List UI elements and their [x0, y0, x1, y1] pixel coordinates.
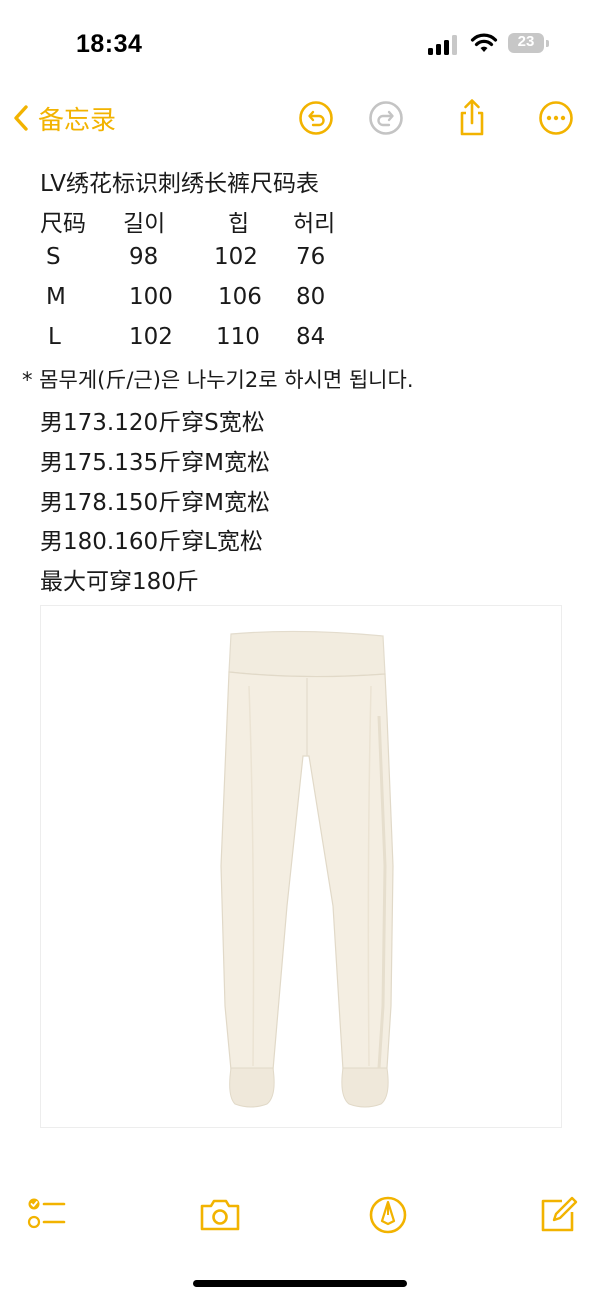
- back-label: 备忘录: [38, 105, 117, 136]
- weight-note: * 몸무게(斤/근)은 나누기2로 하시면 됩니다.: [22, 368, 414, 392]
- table-cell: 98: [129, 244, 159, 270]
- table-cell: 84: [296, 324, 326, 350]
- product-image[interactable]: [40, 605, 562, 1128]
- fit-line: 男180.160斤穿L宽松: [40, 529, 263, 555]
- pants-illustration: [220, 630, 394, 1108]
- table-header-cell: 尺码: [40, 211, 86, 237]
- table-cell: L: [48, 324, 61, 350]
- note-title: LV绣花标识刺绣长裤尺码表: [40, 171, 320, 197]
- nav-bar: 备忘录: [0, 90, 600, 146]
- table-header-cell: 길이: [123, 211, 166, 237]
- table-cell: 76: [296, 244, 326, 270]
- chevron-left-icon: [14, 105, 28, 131]
- camera-icon[interactable]: [195, 1190, 245, 1240]
- fit-line: 男175.135斤穿M宽松: [40, 450, 270, 476]
- table-cell: S: [46, 244, 61, 270]
- battery-icon: 23: [508, 33, 550, 55]
- markup-pen-icon[interactable]: [363, 1190, 413, 1240]
- table-cell: 100: [129, 284, 173, 310]
- table-header-cell: 힙: [228, 211, 250, 237]
- bottom-toolbar: [0, 1190, 600, 1250]
- table-header-cell: 허리: [293, 211, 336, 237]
- more-icon[interactable]: [534, 96, 578, 140]
- compose-icon[interactable]: [534, 1190, 584, 1240]
- fit-line: 最大可穿180斤: [40, 569, 199, 595]
- share-icon[interactable]: [450, 96, 494, 140]
- table-cell: 106: [218, 284, 262, 310]
- table-cell: 110: [216, 324, 260, 350]
- fit-line: 男173.120斤穿S宽松: [40, 410, 265, 436]
- back-button[interactable]: 备忘录: [10, 96, 116, 140]
- undo-icon[interactable]: [294, 96, 338, 140]
- status-time: 18:34: [76, 30, 143, 58]
- redo-icon[interactable]: [364, 96, 408, 140]
- fit-line: 男178.150斤穿M宽松: [40, 490, 270, 516]
- table-cell: 102: [214, 244, 258, 270]
- cellular-signal-icon: [428, 35, 460, 55]
- home-indicator[interactable]: [193, 1280, 407, 1287]
- checklist-icon[interactable]: [22, 1190, 72, 1240]
- table-cell: M: [46, 284, 66, 310]
- status-bar: 18:34 23: [0, 0, 600, 90]
- table-cell: 80: [296, 284, 326, 310]
- wifi-icon: [470, 32, 498, 54]
- battery-level: 23: [517, 33, 535, 50]
- table-cell: 102: [129, 324, 173, 350]
